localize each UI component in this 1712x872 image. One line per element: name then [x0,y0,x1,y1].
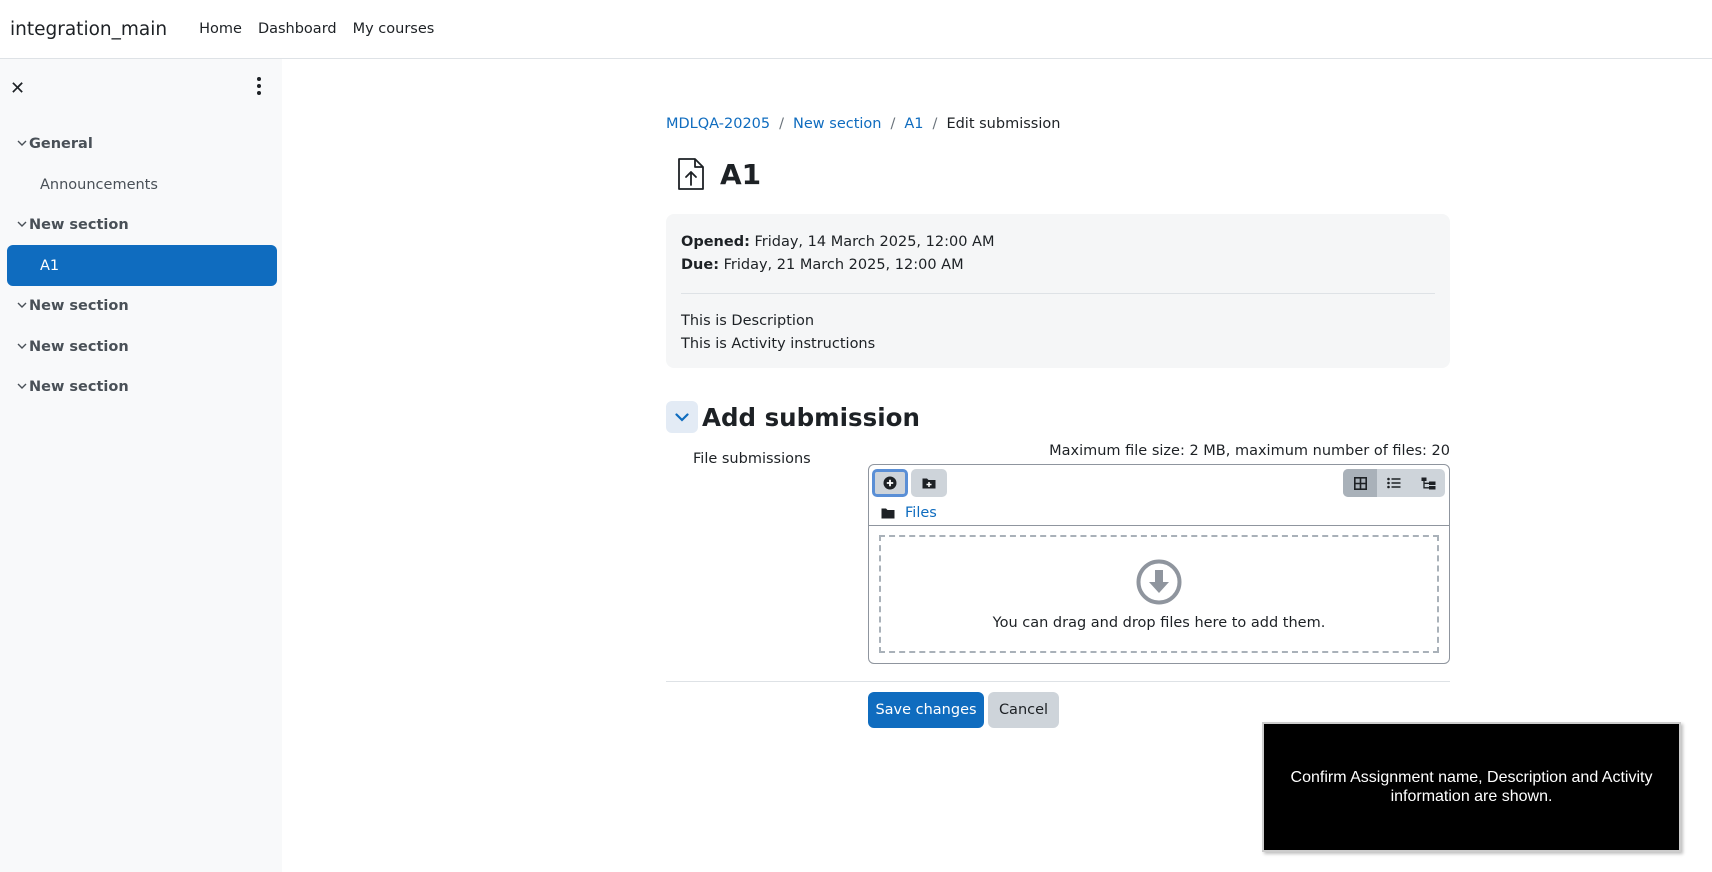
nav-home-link[interactable]: Home [199,21,242,37]
add-submission-header: Add submission [666,401,920,433]
sidebar-section-new-section-3[interactable]: New section [7,326,277,367]
test-instruction-overlay: Confirm Assignment name, Description and… [1262,722,1681,852]
activity-description: This is Description [681,313,815,329]
chevron-down-icon[interactable] [7,343,29,350]
folder-icon [881,508,895,519]
breadcrumb: MDLQA-20205 / New section / A1 / Edit su… [666,116,1060,132]
close-drawer-icon[interactable]: ✕ [10,78,25,99]
breadcrumb-course-link[interactable]: MDLQA-20205 [666,116,770,132]
sidebar-section-label: New section [29,297,129,314]
file-drop-zone[interactable]: You can drag and drop files here to add … [879,535,1439,653]
list-view-icon [1387,477,1401,489]
add-file-icon [883,476,897,490]
top-navbar: integration_main Home Dashboard My cours… [0,0,1712,59]
kebab-menu-icon[interactable] [256,77,262,95]
chevron-down-icon[interactable] [7,221,29,228]
drawer-header: ✕ [0,59,282,117]
opened-date: Opened: Friday, 14 March 2025, 12:00 AM [681,231,1435,254]
breadcrumb-section-link[interactable]: New section [793,116,881,132]
sidebar-item-label: A1 [40,257,60,274]
list-view-button[interactable] [1377,469,1411,497]
sidebar-section-label: New section [29,216,129,233]
sidebar-item-a1[interactable]: A1 [7,245,277,286]
breadcrumb-activity-link[interactable]: A1 [904,116,923,132]
sidebar-section-label: New section [29,338,129,355]
files-path-link[interactable]: Files [905,505,937,521]
chevron-down-icon[interactable] [7,383,29,390]
chevron-down-icon [675,412,689,422]
view-mode-toggle [1343,469,1445,497]
due-date: Due: Friday, 21 March 2025, 12:00 AM [681,254,1435,277]
add-file-button[interactable] [872,469,908,497]
create-folder-icon [922,478,936,489]
activity-information: Opened: Friday, 14 March 2025, 12:00 AM … [666,214,1450,368]
tree-view-button[interactable] [1411,469,1445,497]
test-instruction-text: Confirm Assignment name, Description and… [1290,769,1653,805]
breadcrumb-separator: / [779,116,785,132]
breadcrumb-separator: / [932,116,938,132]
primary-navigation: Home Dashboard My courses [199,21,434,37]
add-submission-heading: Add submission [702,402,920,432]
info-divider [681,293,1435,294]
sidebar-item-label: Announcements [40,176,158,193]
download-arrow-icon [1136,559,1182,605]
due-value: Friday, 21 March 2025, 12:00 AM [723,257,964,273]
page-header: A1 [676,157,761,191]
course-index-drawer: ✕ General Announcements New section A1 N… [0,59,282,872]
file-manager-toolbar [869,465,1449,501]
due-label: Due: [681,257,719,273]
file-submissions-label: File submissions [693,451,811,467]
page-title: A1 [720,157,762,191]
sidebar-section-new-section-1[interactable]: New section [7,204,277,245]
nav-dashboard-link[interactable]: Dashboard [258,21,337,37]
tree-view-icon [1421,477,1435,489]
form-divider [666,681,1450,682]
file-manager-path: Files [869,501,1449,526]
sidebar-section-label: New section [29,378,129,395]
opened-label: Opened: [681,234,750,250]
assignment-upload-icon [678,158,704,190]
icon-view-button[interactable] [1343,469,1377,497]
sidebar-item-announcements[interactable]: Announcements [7,164,277,205]
breadcrumb-current: Edit submission [946,116,1061,132]
chevron-down-icon[interactable] [7,302,29,309]
nav-my-courses-link[interactable]: My courses [353,21,435,37]
file-limits-text: Maximum file size: 2 MB, maximum number … [1049,443,1450,459]
opened-value: Friday, 14 March 2025, 12:00 AM [754,234,995,250]
drop-zone-text: You can drag and drop files here to add … [992,615,1326,631]
create-folder-button[interactable] [911,469,947,497]
sidebar-section-label: General [29,135,93,152]
file-manager: Files You can drag and drop files here t… [868,464,1450,664]
save-changes-button[interactable]: Save changes [868,692,984,728]
sidebar-section-general[interactable]: General [7,123,277,164]
sidebar-section-new-section-4[interactable]: New section [7,366,277,407]
activity-instructions: This is Activity instructions [681,336,876,352]
site-brand[interactable]: integration_main [10,19,167,40]
breadcrumb-separator: / [890,116,896,132]
sidebar-section-new-section-2[interactable]: New section [7,285,277,326]
chevron-down-icon[interactable] [7,140,29,147]
cancel-button[interactable]: Cancel [988,692,1059,728]
grid-view-icon [1353,476,1367,490]
collapse-toggle-button[interactable] [666,401,698,433]
